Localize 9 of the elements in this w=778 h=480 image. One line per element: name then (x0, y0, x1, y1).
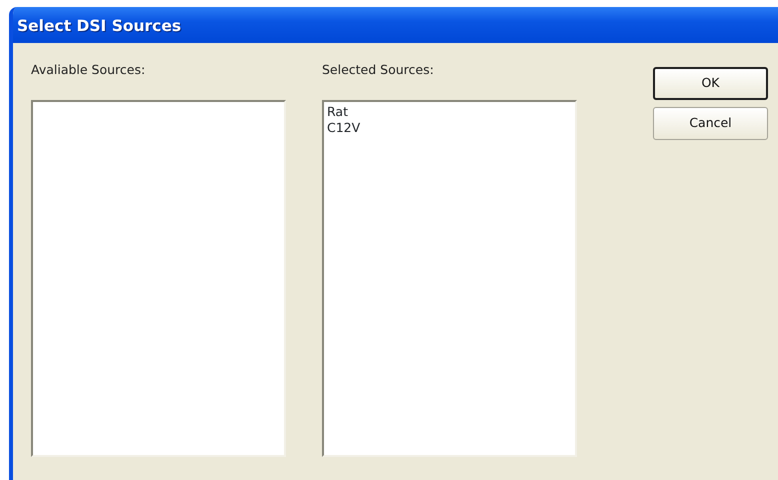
list-item[interactable]: C12V (327, 120, 360, 136)
window-title: Select DSI Sources (13, 7, 778, 43)
selected-list[interactable]: Rat C12V (322, 100, 577, 457)
dialog-button[interactable]: Cancel (653, 107, 768, 140)
dialog-button[interactable]: OK (653, 67, 768, 100)
available-list[interactable] (31, 100, 286, 457)
list-label: Selected Sources: (322, 61, 435, 79)
list-item[interactable]: Rat (327, 104, 348, 120)
list-label: Avaliable Sources: (31, 61, 146, 79)
